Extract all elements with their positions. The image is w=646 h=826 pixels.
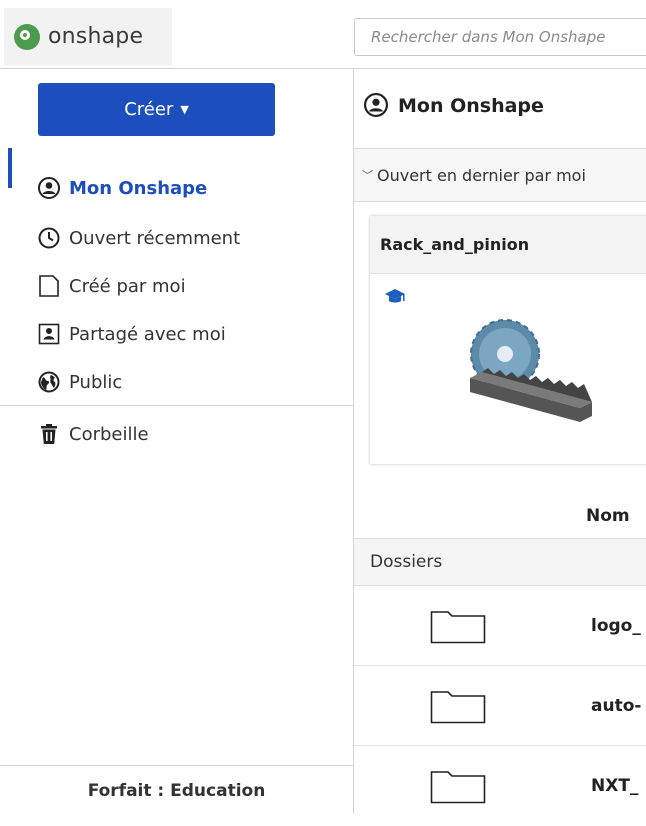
main-content: Mon Onshape ﹀ Ouvert en dernier par moi …: [354, 68, 646, 814]
folder-name: NXT_: [591, 776, 639, 796]
plan-label: Forfait : Education: [0, 765, 353, 815]
column-header-name[interactable]: Nom: [586, 506, 630, 526]
sidebar-item-label: Mon Onshape: [69, 177, 208, 199]
user-circle-icon: [364, 93, 390, 119]
recent-document-card[interactable]: Rack_and_pinion: [370, 216, 646, 464]
folders-section-header: Dossiers: [354, 538, 646, 586]
list-header: Nom: [354, 488, 646, 538]
page-title: Mon Onshape: [364, 93, 544, 119]
folder-row[interactable]: NXT_: [354, 746, 646, 826]
search-input[interactable]: Rechercher dans Mon Onshape: [354, 18, 646, 56]
folder-row[interactable]: auto-: [354, 666, 646, 746]
create-button[interactable]: Créer ▼: [38, 83, 275, 136]
folder-name: auto-: [591, 696, 642, 716]
sidebar-item-ouvert-recemment[interactable]: Ouvert récemment: [0, 218, 353, 258]
sidebar-item-label: Corbeille: [69, 423, 149, 445]
onshape-logo-icon: [14, 23, 40, 50]
folder-icon: [430, 688, 486, 728]
trash-icon: [37, 422, 61, 446]
sidebar-item-partage-avec-moi[interactable]: Partagé avec moi: [0, 314, 353, 354]
sidebar-item-corbeille[interactable]: Corbeille: [0, 414, 353, 454]
sidebar-divider: [0, 405, 353, 406]
clock-icon: [37, 226, 61, 250]
sidebar-item-label: Créé par moi: [69, 275, 186, 297]
folder-icon: [430, 768, 486, 808]
recent-section-toggle[interactable]: ﹀ Ouvert en dernier par moi: [354, 148, 646, 202]
recent-section-label: Ouvert en dernier par moi: [377, 165, 586, 185]
sidebar-item-label: Partagé avec moi: [69, 323, 226, 345]
caret-down-icon: ▼: [180, 103, 189, 116]
top-bar: onshape Rechercher dans Mon Onshape: [0, 0, 646, 69]
shared-user-icon: [37, 322, 61, 346]
sidebar-item-public[interactable]: Public: [0, 362, 353, 402]
sidebar-item-label: Ouvert récemment: [69, 227, 241, 249]
sidebar-item-label: Public: [69, 371, 123, 393]
user-circle-icon: [37, 176, 61, 200]
onshape-logo[interactable]: onshape: [4, 8, 172, 65]
folder-name: logo_: [591, 616, 641, 636]
folder-icon: [430, 608, 486, 648]
sidebar: Créer ▼ Mon Onshape Ouvert récemment Cré…: [0, 68, 354, 814]
sidebar-item-mon-onshape[interactable]: Mon Onshape: [0, 168, 353, 208]
globe-icon: [37, 370, 61, 394]
rack-and-pinion-thumbnail: [470, 319, 592, 422]
logo-text: onshape: [48, 24, 144, 49]
chevron-down-icon: ﹀: [362, 169, 373, 182]
folder-row[interactable]: logo_: [354, 586, 646, 666]
page-title-text: Mon Onshape: [398, 95, 544, 117]
education-cap-icon: [384, 288, 406, 310]
create-button-label: Créer: [124, 99, 174, 120]
sidebar-item-cree-par-moi[interactable]: Créé par moi: [0, 266, 353, 306]
document-icon: [37, 274, 61, 298]
document-name: Rack_and_pinion: [370, 216, 646, 274]
